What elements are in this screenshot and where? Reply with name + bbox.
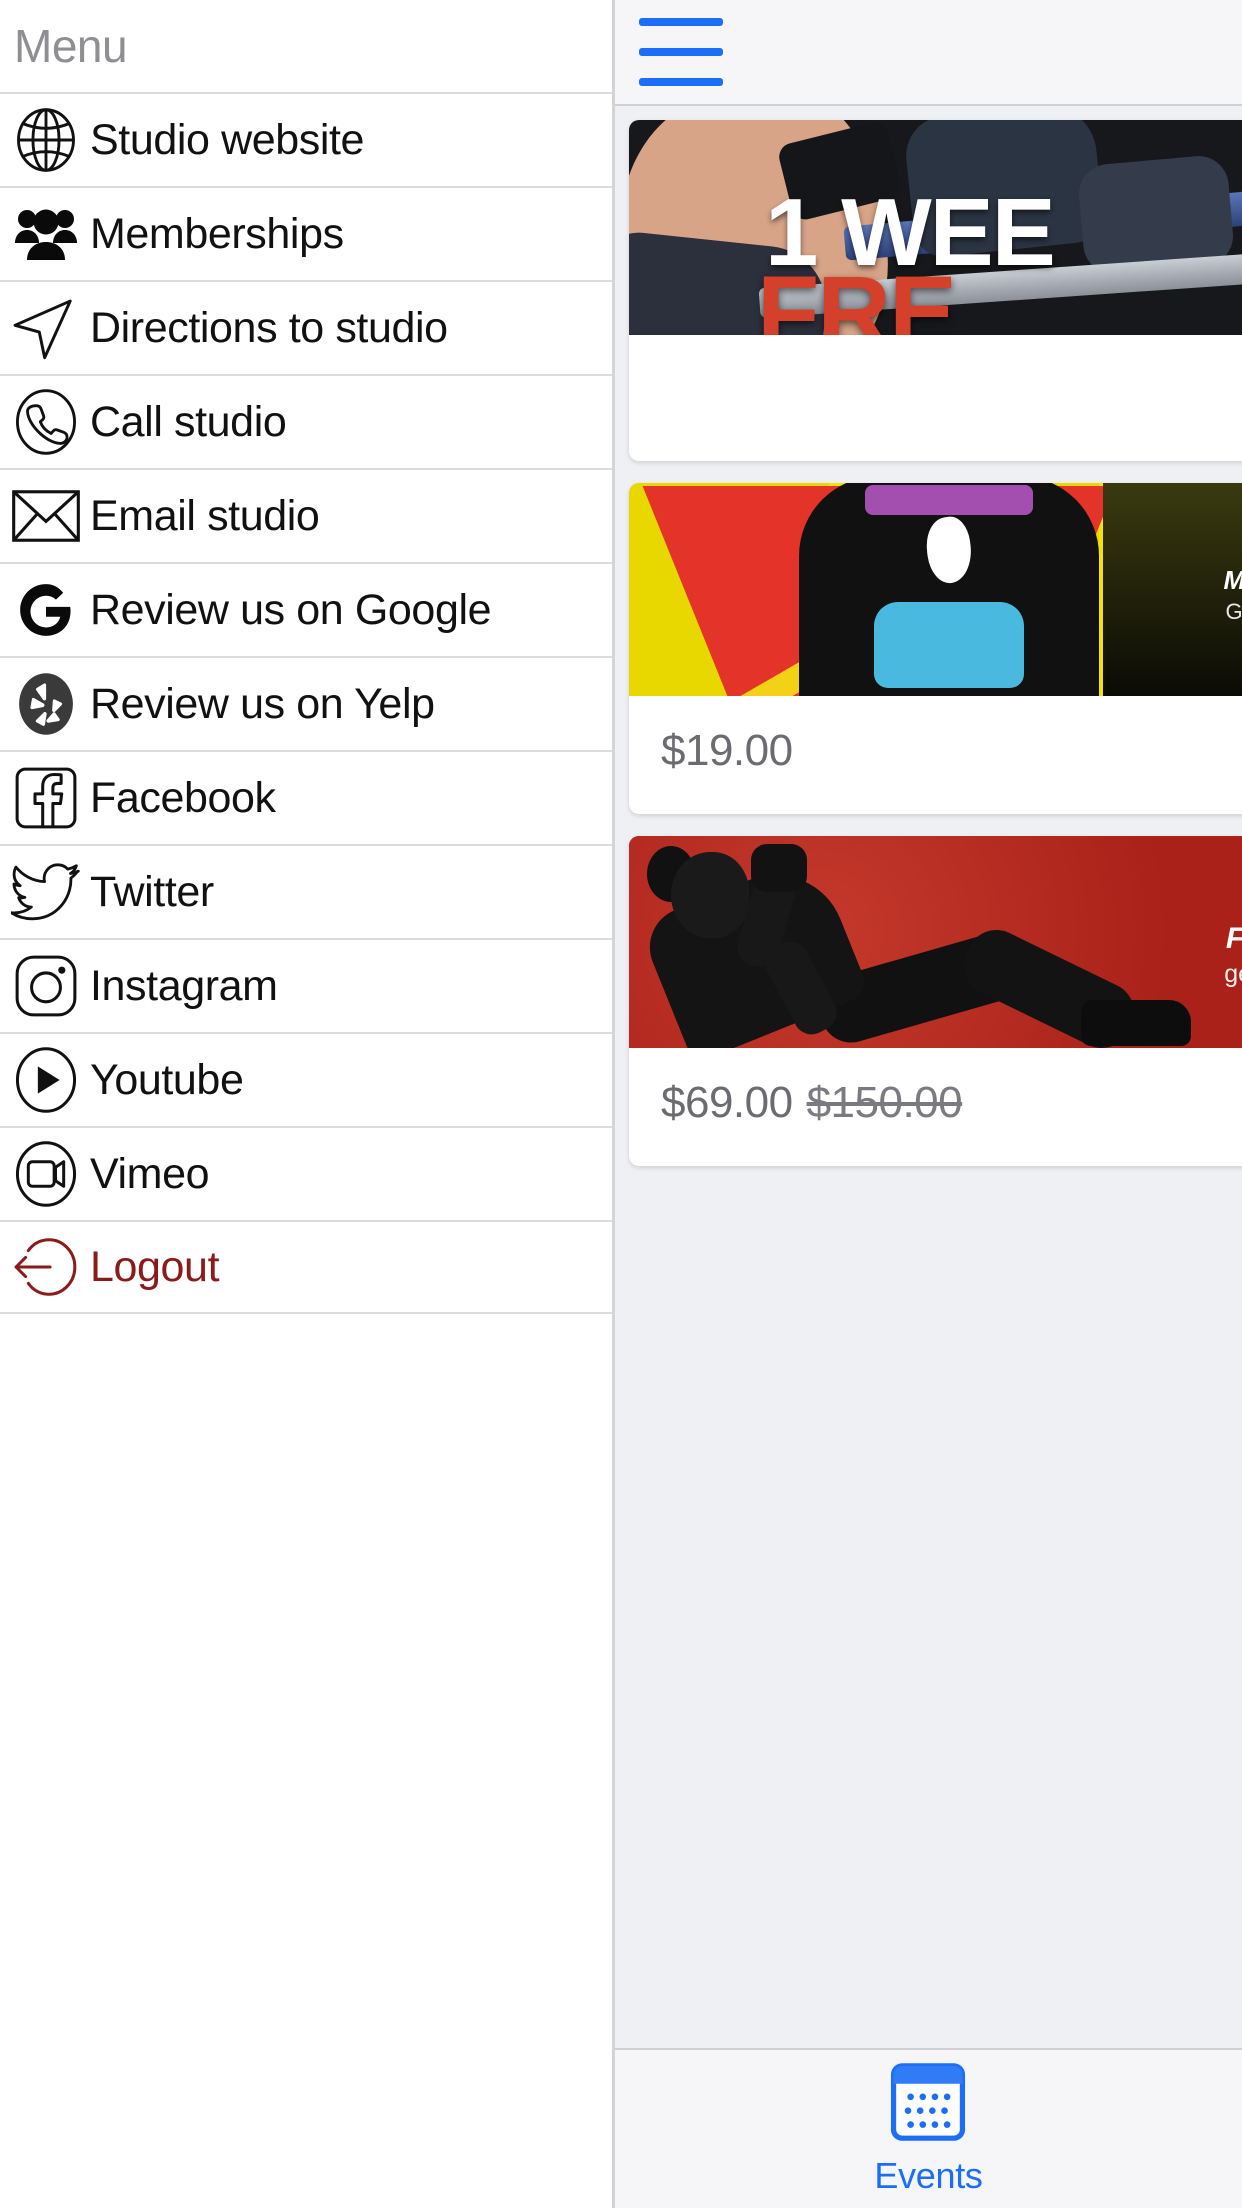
globe-icon <box>10 104 82 176</box>
phone-icon <box>10 386 82 458</box>
calendar-icon <box>889 2062 967 2147</box>
sidebar-item-label: Logout <box>90 1242 220 1291</box>
promo-art-one-week-free: 1 WEE FRE <box>629 120 1242 335</box>
sidebar-item-directions[interactable]: Directions to studio <box>0 280 612 374</box>
promo-subheadline: FRE <box>757 255 957 335</box>
people-icon <box>10 198 82 270</box>
card-image: Fit get <box>629 836 1242 1048</box>
product-card[interactable]: Fit get $69.00 $150.00 <box>629 836 1242 1166</box>
logout-icon <box>10 1231 82 1303</box>
promo-headline: Mu <box>1223 565 1242 596</box>
sidebar-item-label: Call studio <box>90 397 287 446</box>
card-body <box>629 335 1242 461</box>
sidebar-item-studio-website[interactable]: Studio website <box>0 92 612 186</box>
navigate-icon <box>10 292 82 364</box>
sidebar-item-logout[interactable]: Logout <box>0 1220 612 1314</box>
sidebar-item-facebook[interactable]: Facebook <box>0 750 612 844</box>
promo-subheadline: Get <box>1225 599 1242 624</box>
sidebar-item-label: Directions to studio <box>90 303 448 352</box>
bottom-tab-bar: Events <box>615 2048 1242 2208</box>
hamburger-bar <box>639 48 723 56</box>
google-icon <box>10 574 82 646</box>
sidebar-item-label: Instagram <box>90 961 278 1010</box>
instagram-icon <box>10 950 82 1022</box>
youtube-icon <box>10 1044 82 1116</box>
card-list: 1 WEE FRE G $19.00 F g $69.00 $150.00 <box>615 106 1242 2048</box>
hamburger-bar <box>639 18 723 26</box>
hamburger-bar <box>639 78 723 86</box>
twitter-icon <box>10 856 82 928</box>
sidebar-item-review-google[interactable]: Review us on Google <box>0 562 612 656</box>
card-price: $69.00 $150.00 <box>661 1078 963 1128</box>
yelp-icon <box>10 668 82 740</box>
card-body: $19.00 <box>629 696 1242 814</box>
tab-events[interactable]: Events <box>858 2058 998 2201</box>
product-card[interactable]: 1 WEE FRE <box>629 120 1242 461</box>
sidebar-item-call-studio[interactable]: Call studio <box>0 374 612 468</box>
sidebar-item-email-studio[interactable]: Email studio <box>0 468 612 562</box>
sidebar-item-memberships[interactable]: Memberships <box>0 186 612 280</box>
drawer-menu-list: Studio website Memberships Directions to… <box>0 92 612 1314</box>
card-image: 1 WEE FRE <box>629 120 1242 335</box>
card-image: Mu Get <box>629 483 1242 696</box>
sidebar-item-twitter[interactable]: Twitter <box>0 844 612 938</box>
card-price-current: $69.00 <box>661 1078 793 1127</box>
sidebar-item-label: Facebook <box>90 773 276 822</box>
content-topbar <box>615 0 1242 106</box>
drawer-title: Menu <box>14 20 128 72</box>
promo-subheadline: get <box>1224 960 1242 988</box>
tab-label: Events <box>874 2154 983 2196</box>
card-price-original: $150.00 <box>806 1078 963 1127</box>
promo-art-boxer: Mu Get <box>629 483 1242 696</box>
content-pane: 1 WEE FRE G $19.00 F g $69.00 $150.00 Ev… <box>612 0 1242 2208</box>
sidebar-item-review-yelp[interactable]: Review us on Yelp <box>0 656 612 750</box>
sidebar-item-label: Email studio <box>90 491 320 540</box>
sidebar-item-label: Review us on Yelp <box>90 679 435 728</box>
sidebar-item-label: Youtube <box>90 1055 244 1104</box>
vimeo-icon <box>10 1138 82 1210</box>
promo-art-fitness: Fit get <box>629 836 1242 1048</box>
sidebar-item-label: Memberships <box>90 209 344 258</box>
app-root: Menu Studio website Memberships Directio… <box>0 0 1242 2208</box>
product-card[interactable]: Mu Get $19.00 <box>629 483 1242 814</box>
sidebar-item-label: Twitter <box>90 867 214 916</box>
card-body: $69.00 $150.00 <box>629 1048 1242 1166</box>
facebook-icon <box>10 762 82 834</box>
sidebar-item-label: Vimeo <box>90 1149 210 1198</box>
side-drawer: Menu Studio website Memberships Directio… <box>0 0 612 2208</box>
sidebar-item-instagram[interactable]: Instagram <box>0 938 612 1032</box>
promo-headline: Fit <box>1225 922 1242 955</box>
sidebar-item-vimeo[interactable]: Vimeo <box>0 1126 612 1220</box>
envelope-icon <box>10 480 82 552</box>
hamburger-icon[interactable] <box>633 15 723 89</box>
sidebar-item-label: Studio website <box>90 115 365 164</box>
sidebar-item-label: Review us on Google <box>90 585 492 634</box>
sidebar-item-youtube[interactable]: Youtube <box>0 1032 612 1126</box>
card-price: $19.00 <box>661 726 793 775</box>
